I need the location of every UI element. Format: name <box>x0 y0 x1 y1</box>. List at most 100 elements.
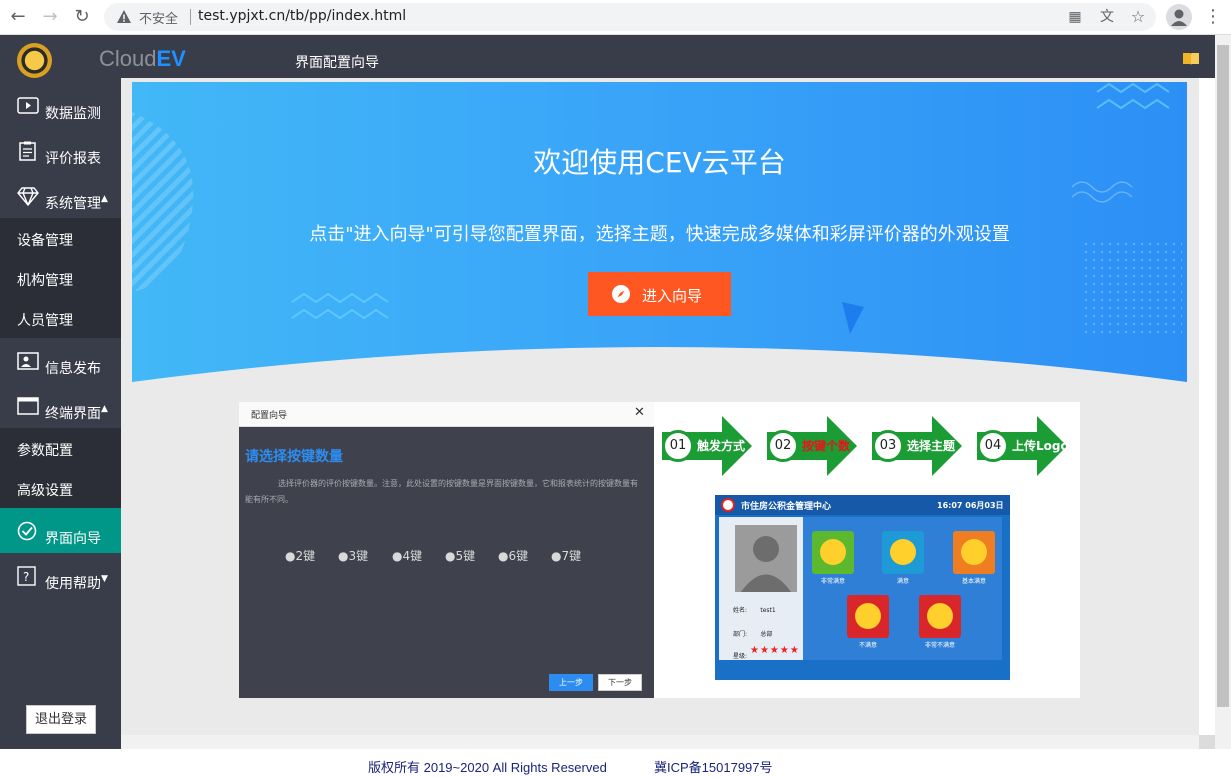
address-bar[interactable]: 不安全 test.ypjxt.cn/tb/pp/index.html ▦ 文 ☆ <box>104 3 1156 31</box>
sidebar-item-data-monitor[interactable]: 数据监测 <box>0 83 121 128</box>
step-label: 上传Logo <box>1012 439 1069 453</box>
device-topbar: 市住房公积金管理中心 16:07 06月03日 <box>715 495 1010 515</box>
help-icon: ? <box>17 566 36 586</box>
profile-avatar-icon[interactable] <box>1166 4 1192 30</box>
reload-icon[interactable]: ↻ <box>70 5 94 29</box>
face-unsatisfied-icon <box>847 595 889 638</box>
key-option-4: ●4键 <box>392 549 423 563</box>
step-label: 选择主题 <box>907 439 956 453</box>
dialog-header: 配置向导 ✕ <box>239 402 654 427</box>
config-dialog: 配置向导 ✕ 请选择按键数量 选择评价器的评价按键数量。注意，此处设置的按键数量… <box>239 402 654 698</box>
face-basic-satisfied-icon <box>953 531 995 574</box>
rating-panel: 非常满意 满意 基本满意 不满意 非常不满意 <box>803 517 1002 660</box>
face-very-satisfied-icon <box>812 531 854 574</box>
step-keys: 02 按键个数 <box>765 416 857 476</box>
face-satisfied-icon <box>882 531 924 574</box>
scrollbar-corner <box>1199 735 1215 749</box>
name-row: 姓名: test1 <box>733 607 776 614</box>
wizard-steps: 01 触发方式 02 按键个数 03 选择主题 04 上传Logo <box>660 416 1080 476</box>
sidebar-item-label: 界面向导 <box>45 531 101 547</box>
vertical-scrollbar[interactable] <box>1215 35 1231 749</box>
icp-text[interactable]: 冀ICP备15017997号 <box>654 757 773 776</box>
face-label: 非常满意 <box>820 578 845 585</box>
url-text[interactable]: test.ypjxt.cn/tb/pp/index.html <box>198 8 406 24</box>
book-icon[interactable] <box>1182 52 1200 66</box>
sidebar-item-label: 终端界面 <box>45 406 101 422</box>
page-footer: 版权所有 2019~2020 All Rights Reserved 冀ICP备… <box>0 749 1231 777</box>
bookmark-star-icon[interactable]: ☆ <box>1129 8 1147 26</box>
back-icon[interactable]: ← <box>6 5 30 29</box>
welcome-banner: 欢迎使用CEV云平台 点击"进入向导"可引导您配置界面，选择主题，快速完成多媒体… <box>132 82 1187 390</box>
diamond-icon <box>17 187 39 206</box>
sidebar-item-wizard[interactable]: 界面向导 <box>0 508 121 553</box>
sidebar-item-label: 数据监测 <box>45 106 101 122</box>
clipboard-icon <box>19 141 36 161</box>
key-option-3: ●3键 <box>338 549 369 563</box>
qr-code-icon[interactable]: ▦ <box>1066 8 1084 26</box>
sidebar-subitem-params[interactable]: 参数配置 <box>0 428 121 468</box>
enter-wizard-button[interactable]: 进入向导 <box>588 272 731 316</box>
caret-down-icon: ▼ <box>101 574 108 584</box>
sidebar-item-publish[interactable]: 信息发布 <box>0 338 121 383</box>
svg-text:?: ? <box>23 570 29 584</box>
dialog-title: 配置向导 <box>251 411 288 421</box>
horizontal-scrollbar[interactable] <box>121 735 1199 749</box>
dialog-description: 选择评价器的评价按键数量。注意，此处设置的按键数量是界面按键数量，它和报表统计的… <box>245 479 638 504</box>
browser-toolbar: ← → ↻ 不安全 test.ypjxt.cn/tb/pp/index.html… <box>0 0 1231 35</box>
sidebar-item-help[interactable]: ? 使用帮助 ▼ <box>0 553 121 598</box>
key-option-2: ●2键 <box>285 549 316 563</box>
check-circle-icon <box>17 521 37 541</box>
step-logo: 04 上传Logo <box>975 416 1069 476</box>
brand-logo: CloudEV <box>99 46 186 71</box>
sidebar-item-terminal[interactable]: 终端界面 ▲ <box>0 383 121 428</box>
logo-icon <box>17 43 52 78</box>
face-very-unsatisfied-icon <box>919 595 961 638</box>
forward-icon[interactable]: → <box>38 5 62 29</box>
star-rating: ★★★★★ <box>750 645 800 656</box>
sidebar-subitem-org[interactable]: 机构管理 <box>0 258 121 298</box>
dialog-heading: 请选择按键数量 <box>245 449 343 465</box>
face-label: 满意 <box>896 578 909 585</box>
step-label: 触发方式 <box>697 439 746 453</box>
sidebar-item-label: 评价报表 <box>45 151 101 167</box>
caret-up-icon: ▲ <box>101 194 108 204</box>
device-time: 16:07 06月03日 <box>937 501 1004 510</box>
video-icon <box>17 97 39 114</box>
logout-button[interactable]: 退出登录 <box>26 705 96 734</box>
dept-row: 部门: 总部 <box>733 631 773 638</box>
evaluator-preview: 市住房公积金管理中心 16:07 06月03日 姓名: test1 部门: 总部… <box>715 495 1010 680</box>
omnibox-divider <box>190 9 191 25</box>
key-option-6: ●6键 <box>498 549 529 563</box>
compass-icon <box>612 285 630 303</box>
enter-wizard-label: 进入向导 <box>642 287 703 305</box>
step-trigger: 01 触发方式 <box>660 416 752 476</box>
key-option-7: ●7键 <box>551 549 582 563</box>
warning-icon <box>117 10 131 23</box>
banner-title: 欢迎使用CEV云平台 <box>533 146 786 179</box>
wizard-preview: 配置向导 ✕ 请选择按键数量 选择评价器的评价按键数量。注意，此处设置的按键数量… <box>239 402 1080 698</box>
prev-step-button: 上一步 <box>549 674 593 691</box>
translate-icon[interactable]: 文 <box>1098 8 1116 26</box>
sidebar-item-system[interactable]: 系统管理 ▲ <box>0 173 121 218</box>
security-label: 不安全 <box>139 12 179 27</box>
face-label: 基本满意 <box>961 578 986 585</box>
face-label: 非常不满意 <box>924 642 955 649</box>
window-icon <box>17 397 39 415</box>
sidebar-subitem-staff[interactable]: 人员管理 <box>0 298 121 338</box>
face-label: 不满意 <box>858 642 877 649</box>
sidebar-item-report[interactable]: 评价报表 <box>0 128 121 173</box>
sidebar-item-label: 信息发布 <box>45 361 101 377</box>
copyright-text: 版权所有 2019~2020 All Rights Reserved <box>368 760 607 775</box>
caret-up-icon: ▲ <box>101 404 108 414</box>
next-step-button: 下一步 <box>598 674 642 691</box>
page-title: 界面配置向导 <box>295 55 379 71</box>
scrollbar-thumb[interactable] <box>1217 45 1229 707</box>
staff-photo <box>735 525 797 592</box>
step-theme: 03 选择主题 <box>870 416 962 476</box>
close-icon: ✕ <box>634 405 645 420</box>
sidebar-subitem-device[interactable]: 设备管理 <box>0 218 121 258</box>
step-label: 按键个数 <box>802 439 851 453</box>
sidebar-subitem-advanced[interactable]: 高级设置 <box>0 468 121 508</box>
sidebar: 数据监测 评价报表 系统管理 ▲ 设备管理 机构管理 人员管理 信息发布 终端界… <box>0 78 121 749</box>
browser-menu-icon[interactable]: ⋮ <box>1203 6 1223 28</box>
